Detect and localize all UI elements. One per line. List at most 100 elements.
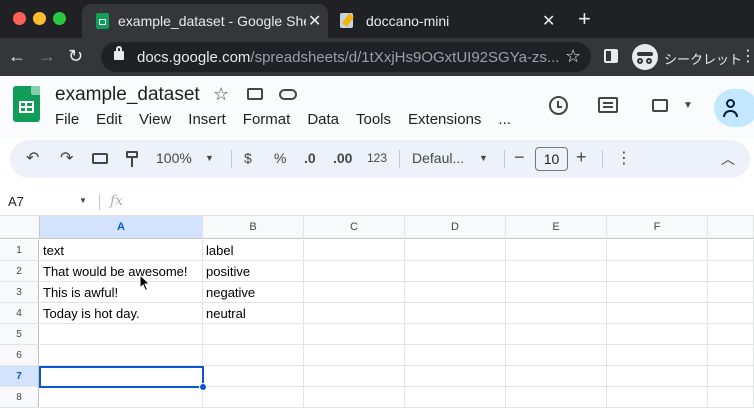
- fill-handle[interactable]: [199, 383, 207, 391]
- row-header[interactable]: 4: [0, 303, 39, 324]
- table-cell[interactable]: positive: [203, 261, 304, 282]
- increase-font-size-button[interactable]: +: [576, 147, 587, 168]
- cloud-status-icon[interactable]: [279, 89, 297, 100]
- row-header[interactable]: 6: [0, 345, 39, 366]
- close-window-button[interactable]: [13, 12, 26, 25]
- share-button[interactable]: [714, 89, 754, 127]
- font-chevron-icon[interactable]: ▼: [479, 153, 488, 163]
- menu-edit[interactable]: Edit: [96, 111, 122, 128]
- table-cell[interactable]: [203, 387, 304, 408]
- row-header[interactable]: 8: [0, 387, 39, 408]
- table-cell[interactable]: [304, 282, 405, 303]
- menu-view[interactable]: View: [139, 111, 171, 128]
- table-cell[interactable]: [405, 261, 506, 282]
- table-cell[interactable]: [405, 345, 506, 366]
- table-cell[interactable]: [708, 324, 754, 345]
- column-header-f[interactable]: F: [607, 216, 708, 239]
- table-cell[interactable]: [304, 366, 405, 387]
- table-cell[interactable]: [708, 261, 754, 282]
- side-panel-icon[interactable]: [604, 49, 618, 63]
- table-cell[interactable]: [405, 387, 506, 408]
- decrease-decimal-button[interactable]: .0: [304, 150, 316, 166]
- table-cell[interactable]: [304, 240, 405, 261]
- meet-icon[interactable]: [652, 99, 668, 112]
- menu-tools[interactable]: Tools: [356, 111, 391, 128]
- menu-file[interactable]: File: [55, 111, 79, 128]
- selected-cell-outline[interactable]: [39, 366, 204, 388]
- zoom-select[interactable]: 100%: [156, 150, 192, 166]
- table-cell[interactable]: neutral: [203, 303, 304, 324]
- table-cell[interactable]: [405, 240, 506, 261]
- table-cell[interactable]: [607, 240, 708, 261]
- column-header-b[interactable]: B: [203, 216, 304, 239]
- table-cell[interactable]: [304, 324, 405, 345]
- incognito-icon[interactable]: [632, 44, 658, 70]
- menu-more[interactable]: ...: [498, 111, 511, 128]
- table-cell[interactable]: [506, 303, 607, 324]
- table-cell[interactable]: [506, 366, 607, 387]
- table-cell[interactable]: [304, 261, 405, 282]
- table-cell[interactable]: [405, 282, 506, 303]
- minimize-window-button[interactable]: [33, 12, 46, 25]
- table-cell[interactable]: [708, 345, 754, 366]
- table-cell[interactable]: [405, 303, 506, 324]
- table-cell[interactable]: [40, 345, 203, 366]
- address-bar[interactable]: docs.google.com/spreadsheets/d/1tXxjHs9O…: [101, 42, 591, 72]
- reload-icon[interactable]: ↻: [68, 46, 83, 67]
- back-icon[interactable]: ←: [8, 46, 26, 67]
- close-tab-icon[interactable]: ✕: [542, 11, 555, 31]
- table-cell[interactable]: [607, 366, 708, 387]
- table-cell[interactable]: [708, 303, 754, 324]
- column-header-e[interactable]: E: [506, 216, 607, 239]
- maximize-window-button[interactable]: [53, 12, 66, 25]
- new-tab-icon[interactable]: +: [578, 6, 591, 32]
- menu-insert[interactable]: Insert: [188, 111, 226, 128]
- column-header-a[interactable]: A: [40, 216, 203, 239]
- formula-input[interactable]: [134, 190, 744, 212]
- zoom-chevron-icon[interactable]: ▼: [205, 153, 214, 163]
- table-cell[interactable]: [203, 324, 304, 345]
- menu-data[interactable]: Data: [307, 111, 339, 128]
- table-cell[interactable]: [405, 366, 506, 387]
- table-cell[interactable]: [607, 387, 708, 408]
- row-header[interactable]: 2: [0, 261, 39, 282]
- table-cell[interactable]: [203, 366, 304, 387]
- document-title[interactable]: example_dataset: [55, 84, 200, 106]
- table-cell[interactable]: That would be awesome!: [40, 261, 203, 282]
- comments-icon[interactable]: [598, 97, 618, 113]
- print-icon[interactable]: [92, 153, 108, 164]
- sheets-logo-icon[interactable]: [13, 86, 40, 122]
- more-options-icon[interactable]: ⋮: [616, 148, 632, 168]
- table-cell[interactable]: [607, 303, 708, 324]
- undo-icon[interactable]: ↶: [26, 148, 39, 168]
- menu-format[interactable]: Format: [243, 111, 291, 128]
- version-history-icon[interactable]: [549, 96, 568, 115]
- table-cell[interactable]: [506, 387, 607, 408]
- row-header[interactable]: 1: [0, 240, 39, 261]
- menu-icon[interactable]: ⋮: [740, 46, 754, 66]
- move-folder-icon[interactable]: [247, 88, 263, 100]
- table-cell[interactable]: [708, 366, 754, 387]
- table-cell[interactable]: Today is hot day.: [40, 303, 203, 324]
- table-cell[interactable]: [708, 387, 754, 408]
- collapse-menus-icon[interactable]: ︿: [721, 149, 735, 169]
- column-header-g[interactable]: [708, 216, 754, 239]
- table-cell[interactable]: [506, 240, 607, 261]
- table-cell[interactable]: [506, 282, 607, 303]
- table-cell[interactable]: [304, 345, 405, 366]
- percent-format-button[interactable]: %: [274, 150, 286, 166]
- row-header[interactable]: 3: [0, 282, 39, 303]
- forward-icon[interactable]: →: [38, 46, 56, 67]
- column-header-c[interactable]: C: [304, 216, 405, 239]
- table-cell[interactable]: [607, 261, 708, 282]
- table-cell[interactable]: [506, 324, 607, 345]
- table-cell[interactable]: [40, 387, 203, 408]
- increase-decimal-button[interactable]: .00: [333, 150, 352, 166]
- table-cell[interactable]: text: [40, 240, 203, 261]
- tab-google-sheets[interactable]: example_dataset - Google Sheets ✕: [82, 4, 328, 38]
- redo-icon[interactable]: ↷: [60, 148, 73, 168]
- table-cell[interactable]: [607, 282, 708, 303]
- column-header-d[interactable]: D: [405, 216, 506, 239]
- table-cell[interactable]: [708, 282, 754, 303]
- table-cell[interactable]: [40, 324, 203, 345]
